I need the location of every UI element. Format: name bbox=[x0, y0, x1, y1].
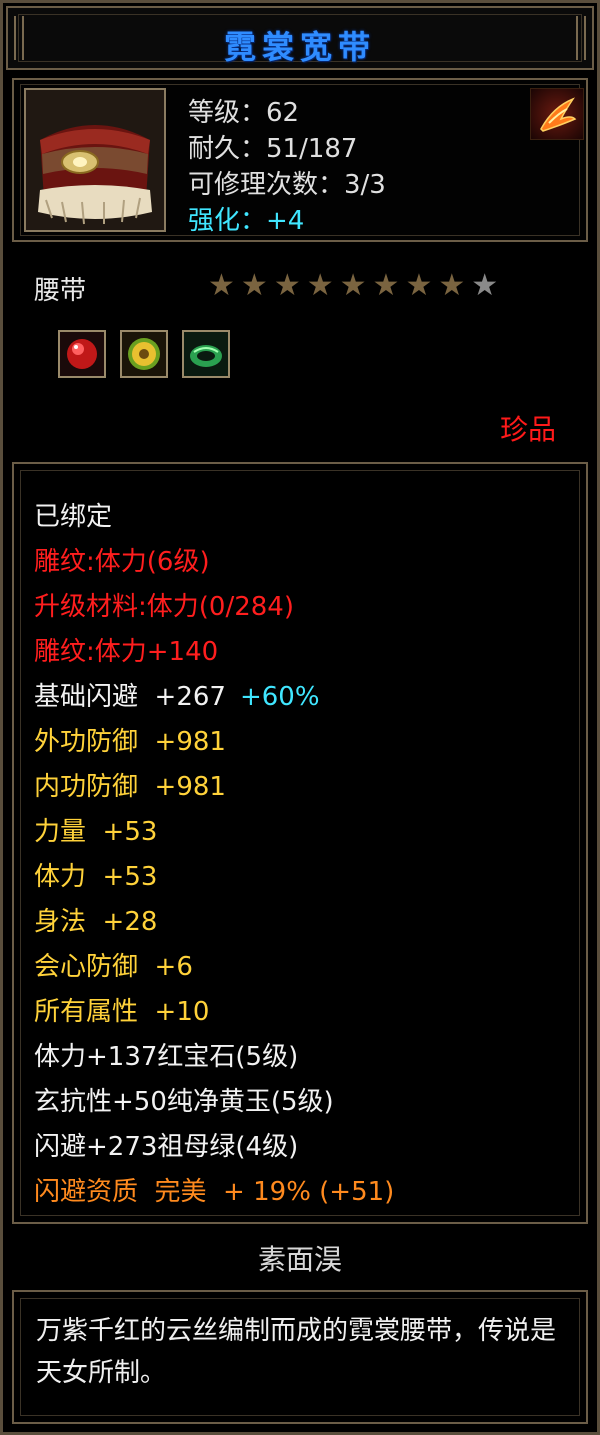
durability-stat: 耐久：51/187 bbox=[188, 134, 358, 164]
attribute-line: 所有属性 +10 bbox=[34, 991, 209, 1028]
belt-item-icon[interactable] bbox=[24, 88, 166, 232]
attribute-line: 升级材料:体力(0/284) bbox=[34, 586, 294, 623]
item-title: 霓裳宽带 bbox=[223, 28, 376, 66]
attribute-line: 基础闪避 +267 +60% bbox=[34, 676, 320, 713]
yellow-jade-gem-icon[interactable] bbox=[120, 330, 168, 378]
attribute-line: 体力 +53 bbox=[34, 856, 157, 893]
star-icon: ★ bbox=[438, 268, 466, 303]
attribute-line: 身法 +28 bbox=[34, 901, 157, 938]
star-icon: ★ bbox=[273, 268, 301, 303]
repair-count-stat: 可修理次数：3/3 bbox=[188, 170, 386, 200]
attribute-line: 玄抗性+50纯净黄玉(5级) bbox=[34, 1081, 334, 1118]
attribute-line: 已绑定 bbox=[34, 496, 112, 533]
item-description: 万紫千红的云丝编制而成的霓裳腰带，传说是天女所制。 bbox=[36, 1316, 557, 1388]
attribute-text: 会心防御 +6 bbox=[34, 952, 193, 982]
emerald-gem-icon[interactable] bbox=[182, 330, 230, 378]
item-type: 腰带 bbox=[34, 276, 87, 306]
attribute-text: 已绑定 bbox=[34, 502, 113, 532]
attribute-text: 玄抗性+50纯净黄玉(5级) bbox=[34, 1087, 334, 1117]
attribute-line: 内功防御 +981 bbox=[34, 766, 226, 803]
star-icon: ★ bbox=[208, 268, 235, 303]
attribute-text: 身法 +28 bbox=[34, 907, 158, 937]
attribute-text: 闪避资质 完美 + 19% (+51) bbox=[34, 1177, 395, 1207]
attribute-line: 会心防御 +6 bbox=[34, 946, 193, 983]
attribute-text: 体力+137红宝石(5级) bbox=[34, 1042, 299, 1072]
attribute-text: 雕纹:体力(6级) bbox=[34, 547, 210, 577]
rarity-label: 珍品 bbox=[499, 413, 556, 446]
star-icon: ★ bbox=[306, 268, 334, 303]
set-name: 素面淏 bbox=[257, 1243, 342, 1276]
enhance-stat: 强化：+4 bbox=[188, 206, 305, 236]
attribute-text: 升级材料:体力(0/284) bbox=[34, 592, 294, 622]
star-icon: ★ bbox=[339, 268, 367, 303]
attribute-line: 力量 +53 bbox=[34, 811, 157, 848]
attribute-line: 雕纹:体力+140 bbox=[34, 631, 218, 668]
level-stat: 等级：62 bbox=[188, 98, 300, 128]
attribute-line: 雕纹:体力(6级) bbox=[34, 541, 210, 578]
attribute-text: 外功防御 +981 bbox=[34, 727, 226, 757]
star-icon: ★ bbox=[405, 268, 433, 303]
title-bar: 霓裳宽带 bbox=[6, 6, 594, 70]
attribute-bonus: +60% bbox=[239, 682, 320, 712]
attribute-line: 体力+137红宝石(5级) bbox=[34, 1036, 298, 1073]
belt-item-icon-art bbox=[26, 90, 164, 230]
attribute-line: 闪避+273祖母绿(4级) bbox=[34, 1126, 298, 1163]
attribute-text: 力量 +53 bbox=[34, 817, 158, 847]
star-empty-icon: ★ bbox=[471, 268, 499, 303]
star-rating: ★ ★ ★ ★ ★ ★ ★ ★ ★ bbox=[208, 268, 498, 304]
attribute-text: 雕纹:体力+140 bbox=[34, 637, 219, 667]
attribute-text: 所有属性 +10 bbox=[34, 997, 210, 1027]
attribute-line: 闪避资质 完美 + 19% (+51) bbox=[34, 1171, 394, 1208]
attribute-text: 体力 +53 bbox=[34, 862, 158, 892]
attribute-text: 基础闪避 +267 bbox=[34, 682, 226, 712]
star-icon: ★ bbox=[372, 268, 400, 303]
attribute-text: 闪避+273祖母绿(4级) bbox=[34, 1132, 299, 1162]
attribute-line: 外功防御 +981 bbox=[34, 721, 226, 758]
star-icon: ★ bbox=[240, 268, 268, 303]
attribute-text: 内功防御 +981 bbox=[34, 772, 226, 802]
ruby-gem-icon[interactable] bbox=[58, 330, 106, 378]
crafted-mark-icon bbox=[530, 88, 584, 140]
